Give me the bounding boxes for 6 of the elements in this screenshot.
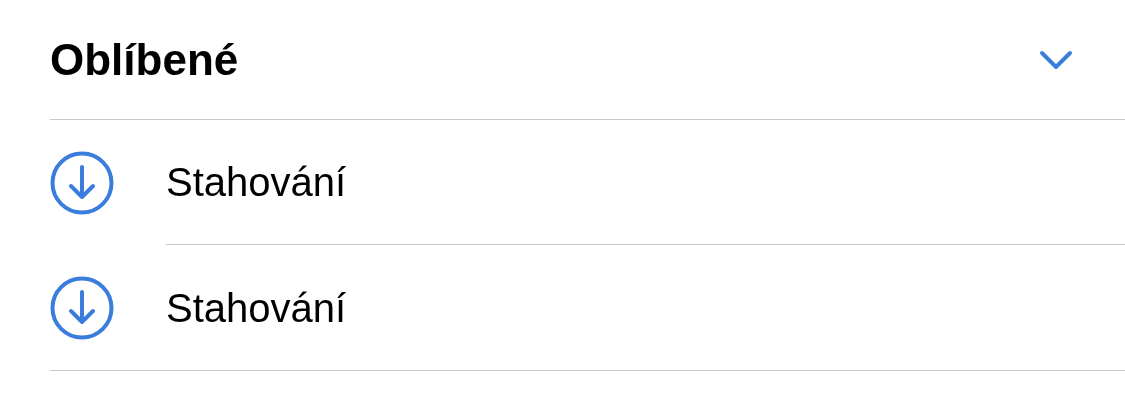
download-icon [50,150,114,215]
download-icon [50,275,114,340]
chevron-icon[interactable] [1039,49,1073,70]
download-item-label[interactable]: Stahování [166,152,347,212]
section-title: Oblíbené [50,33,239,86]
download-item-label[interactable]: Stahování [166,277,347,338]
